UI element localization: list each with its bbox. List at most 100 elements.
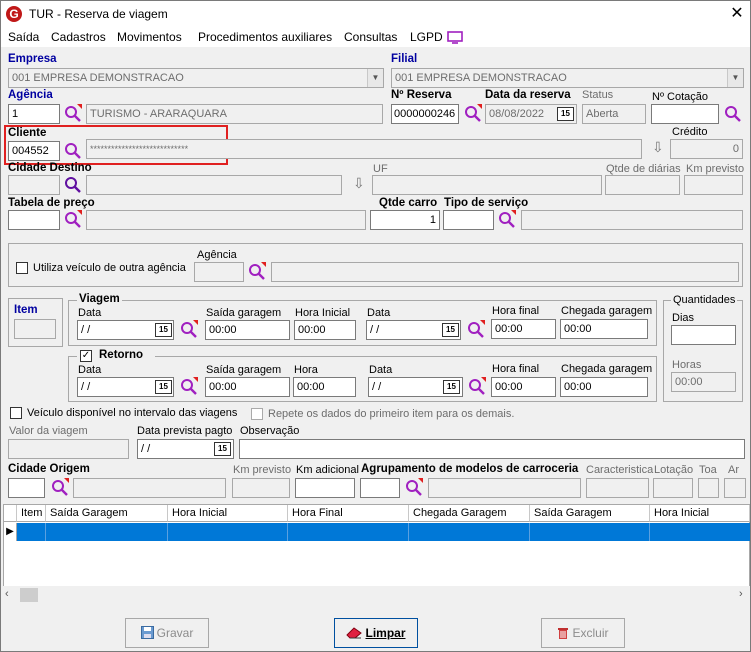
origem-km-adicional-label: Km adicional: [296, 464, 359, 476]
cidade-origem-search-icon[interactable]: [50, 478, 70, 498]
retorno-title: Retorno: [97, 349, 146, 361]
reserva-input[interactable]: 0000000246: [391, 104, 459, 124]
close-window-button[interactable]: ✕: [725, 3, 749, 25]
chevron-down-icon[interactable]: ▼: [727, 69, 743, 87]
cliente-code-input[interactable]: 004552: [8, 141, 60, 161]
menu-movimentos[interactable]: Movimentos: [117, 30, 182, 44]
cliente-search-icon[interactable]: [63, 141, 83, 161]
observacao-input[interactable]: [239, 439, 745, 459]
cidade-destino-code-input[interactable]: [8, 175, 60, 195]
repete-dados-checkbox[interactable]: [251, 408, 263, 420]
viagem-search-icon[interactable]: [179, 320, 199, 340]
ar-label: Ar: [728, 464, 739, 476]
scroll-right-icon[interactable]: ›: [739, 588, 743, 600]
viagem-data2-search-icon[interactable]: [466, 320, 486, 340]
outra-agencia-code-input[interactable]: [194, 262, 244, 282]
agencia-label: Agência: [8, 89, 53, 101]
retorno-data2-search-icon[interactable]: [467, 377, 487, 397]
veiculo-disponivel-checkbox[interactable]: [10, 407, 22, 419]
chevron-down-icon[interactable]: ▼: [367, 69, 383, 87]
menu-saida[interactable]: Saída: [8, 30, 39, 44]
monitor-icon[interactable]: [447, 31, 463, 44]
calendar-icon[interactable]: 15: [443, 380, 460, 394]
excluir-button[interactable]: Excluir: [541, 618, 625, 648]
scroll-left-icon[interactable]: ‹: [5, 588, 9, 600]
retorno-checkbox[interactable]: ✓: [80, 350, 92, 362]
agrupamento-label: Agrupamento de modelos de carroceria: [361, 463, 579, 475]
repete-dados-label: Repete os dados do primeiro item para os…: [268, 408, 515, 420]
cidade-origem-code-input[interactable]: [8, 478, 45, 498]
data-reserva-value: 08/08/2022: [489, 108, 545, 120]
origem-km-adicional-input[interactable]: [295, 478, 355, 498]
observacao-label: Observação: [240, 425, 300, 437]
gravar-button[interactable]: Gravar: [125, 618, 209, 648]
outra-agencia-checkbox[interactable]: [16, 262, 28, 274]
calendar-icon[interactable]: 15: [155, 323, 172, 337]
retorno-saida-input[interactable]: 00:00: [205, 377, 290, 397]
menu-bar: Saída Cadastros Movimentos Procedimentos…: [1, 27, 750, 47]
agencia-code-input[interactable]: 1: [8, 104, 60, 124]
retorno-chegada-input[interactable]: 00:00: [560, 377, 648, 397]
calendar-icon[interactable]: 15: [442, 323, 459, 337]
grid-header-hora-inicial[interactable]: Hora Inicial: [168, 505, 288, 522]
menu-consultas[interactable]: Consultas: [344, 30, 397, 44]
toa-field: [698, 478, 719, 498]
grid-header-item[interactable]: Item: [17, 505, 46, 522]
down-arrow-icon[interactable]: ⇩: [652, 139, 664, 156]
menu-lgpd[interactable]: LGPD: [410, 30, 443, 44]
reserva-search-icon[interactable]: [463, 104, 483, 124]
status-label: Status: [582, 89, 614, 101]
dias-label: Dias: [672, 312, 695, 324]
calendar-icon[interactable]: 15: [557, 107, 574, 121]
grid-horizontal-scrollbar[interactable]: ‹ ›: [3, 586, 750, 604]
limpar-button[interactable]: Limpar: [334, 618, 418, 648]
grid-header-saida-garagem[interactable]: Saída Garagem: [46, 505, 168, 522]
caracteristica-label: Caracteristica: [586, 464, 654, 476]
viagem-hora-inicial-input[interactable]: 00:00: [294, 320, 356, 340]
viagem-hora-final-label: Hora final: [492, 305, 540, 317]
retorno-hora-label: Hora: [294, 364, 318, 376]
grid-header-hora-final[interactable]: Hora Final: [288, 505, 409, 522]
cotacao-search-icon[interactable]: [723, 104, 743, 124]
calendar-icon[interactable]: 15: [214, 442, 231, 456]
viagem-chegada-input[interactable]: 00:00: [560, 319, 648, 339]
viagem-hora-final-input[interactable]: 00:00: [491, 319, 556, 339]
retorno-hora-final-input[interactable]: 00:00: [491, 377, 556, 397]
qtde-carro-label: Qtde carro: [379, 197, 438, 209]
viagem-saida-input[interactable]: 00:00: [205, 320, 290, 340]
tipo-servico-code-input[interactable]: [443, 210, 494, 230]
agencia-search-icon[interactable]: [63, 104, 83, 124]
agrupamento-code-input[interactable]: [360, 478, 400, 498]
cliente-name-field: ****************************: [86, 139, 642, 159]
valor-viagem-field: [8, 439, 129, 459]
grid-header-chegada-garagem[interactable]: Chegada Garagem: [409, 505, 530, 522]
veiculo-disponivel-label: Veículo disponível no intervalo das viag…: [27, 407, 238, 419]
grid-header-hora-inicial-2[interactable]: Hora Inicial: [650, 505, 750, 522]
cidade-destino-search-icon[interactable]: [63, 175, 83, 195]
tabela-preco-search-icon[interactable]: [63, 210, 83, 230]
dias-input[interactable]: [671, 325, 736, 345]
menu-procedimentos-auxiliares[interactable]: Procedimentos auxiliares: [198, 30, 332, 44]
calendar-icon[interactable]: 15: [155, 380, 172, 394]
retorno-search-icon[interactable]: [179, 377, 199, 397]
tipo-servico-search-icon[interactable]: [497, 210, 517, 230]
qtde-carro-input[interactable]: 1: [370, 210, 440, 230]
table-cell: [530, 523, 650, 541]
agrupamento-search-icon[interactable]: [404, 478, 424, 498]
quantidades-title: Quantidades: [671, 294, 738, 306]
cotacao-input[interactable]: [651, 104, 719, 124]
down-arrow-icon[interactable]: ⇩: [353, 175, 365, 192]
menu-cadastros[interactable]: Cadastros: [51, 30, 106, 44]
filial-combo[interactable]: 001 EMPRESA DEMONSTRACAO ▼: [391, 68, 744, 88]
tabela-preco-code-input[interactable]: [8, 210, 60, 230]
empresa-label: Empresa: [8, 53, 57, 65]
scroll-thumb[interactable]: [20, 588, 38, 602]
empresa-combo[interactable]: 001 EMPRESA DEMONSTRACAO ▼: [8, 68, 384, 88]
uf-field: [372, 175, 602, 195]
retorno-hora-input[interactable]: 00:00: [293, 377, 356, 397]
grid-header-saida-garagem-2[interactable]: Saída Garagem: [530, 505, 650, 522]
retorno-chegada-label: Chegada garagem: [561, 363, 653, 375]
window-title: TUR - Reserva de viagem: [29, 7, 168, 21]
outra-agencia-search-icon[interactable]: [247, 262, 267, 282]
trash-icon: [558, 628, 569, 639]
